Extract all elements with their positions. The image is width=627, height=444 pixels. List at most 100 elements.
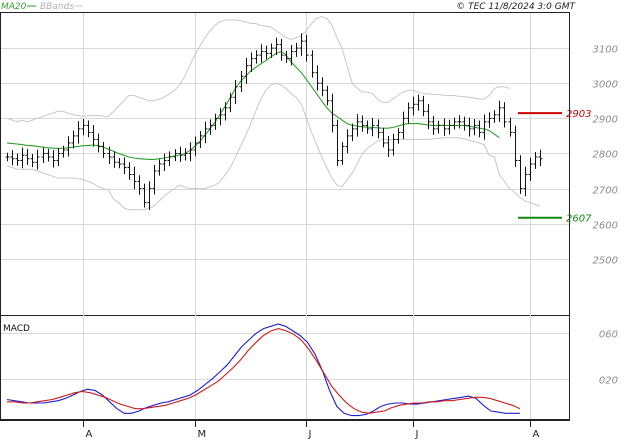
price-bar [457,115,462,129]
price-bar [345,129,350,154]
price-bar [528,157,533,181]
price-bar [467,117,472,137]
month-tick-label: J [308,429,312,440]
price-bar [513,125,518,168]
price-bar [421,95,426,117]
price-bar [71,130,76,149]
price-y-tick-label: 3100 [593,45,618,56]
price-y-tick-label: 2800 [593,150,618,161]
bbands-lower-line [6,82,541,211]
month-tick-label: J [415,429,419,440]
price-bar [96,133,101,153]
price-bar [411,96,416,116]
month-tick-label: A [533,429,540,440]
price-bar [259,44,264,63]
ma20-line [6,50,500,160]
price-bar [279,38,284,61]
price-bars [5,33,543,211]
copyright-label: © TEC 11/8/2024 3:0 GMT [456,2,576,12]
price-bar [360,115,365,132]
price-bar [264,45,269,60]
price-bar [15,153,20,166]
price-bar [30,153,35,168]
price-bar [122,157,127,175]
price-bar [406,102,411,124]
price-bar [101,141,106,159]
price-bar [142,183,147,208]
price-bar [162,153,167,172]
y-tick-labels: 2500 2600 2700 2800 2900 3000 3100 020 060 [593,45,618,387]
price-bar [228,93,233,113]
price-bar [76,121,81,144]
price-bar [244,57,249,84]
price-bar [538,149,543,167]
price-y-tick-label: 2500 [593,256,618,267]
stock-chart: 2903 2607 2500 2600 2700 2800 2900 3000 3100 020… [0,0,627,440]
price-bar [523,166,528,197]
price-y-tick-label: 2700 [593,186,618,197]
price-bar [10,150,15,166]
legend-bbands: BBands [40,2,74,12]
price-bar [183,148,188,161]
price-bar [442,118,447,136]
price-bar [508,117,513,137]
bollinger-bands [6,15,541,211]
price-bar [51,149,56,168]
price-bar [330,93,335,133]
price-bar [132,166,137,190]
ma20-series-line [6,50,500,160]
price-bar [41,147,46,163]
macd-y-tick-label: 060 [599,330,618,341]
price-bar [294,42,299,57]
price-bar [487,112,492,128]
price-panel-frame [0,12,570,316]
price-bar [152,165,157,195]
month-tick-label: A [86,429,93,440]
price-bar [81,119,86,136]
price-y-tick-label: 3000 [593,80,618,91]
price-bar [335,119,340,167]
macd-y-tick-label: 020 [599,376,618,387]
price-bar [492,110,497,123]
price-bar [396,128,401,144]
price-level-label: 2607 [566,214,592,225]
price-y-tick-label: 2900 [593,115,618,126]
month-tick-label: M [198,429,207,440]
price-bar [223,102,228,121]
price-bar [25,148,30,166]
price-bar [188,142,193,162]
price-bar [254,50,259,64]
price-bar [46,148,51,162]
macd-panel-label: MACD [3,324,30,334]
price-level-label: 2903 [566,109,591,120]
price-bar [381,127,386,148]
price-bar [5,152,10,162]
price-bar [502,102,507,128]
chart-svg: 2903 2607 2500 2600 2700 2800 2900 3000 3100 020… [0,2,618,440]
price-bar [147,181,152,211]
price-bar [355,114,360,137]
price-bar [376,119,381,139]
price-y-tick-label: 2600 [593,221,618,232]
price-bar [213,113,218,130]
price-bar [436,120,441,134]
price-bar [391,133,396,156]
price-bar [127,162,132,180]
price-bar [91,125,96,147]
price-bar [117,158,122,169]
price-bar [320,77,325,97]
price-bar [157,159,162,176]
gridlines [1,13,569,419]
price-levels: 2903 2607 [518,109,592,225]
price-bar [533,152,538,169]
price-bar [310,50,315,78]
price-bar [315,65,320,91]
legend-ma20: MA20 [1,2,27,12]
price-bar [518,155,523,194]
price-bar [325,85,330,106]
price-bar [452,117,457,130]
price-bar [56,147,61,167]
price-bar [350,123,355,142]
price-bar [416,94,421,111]
price-bar [447,119,452,135]
